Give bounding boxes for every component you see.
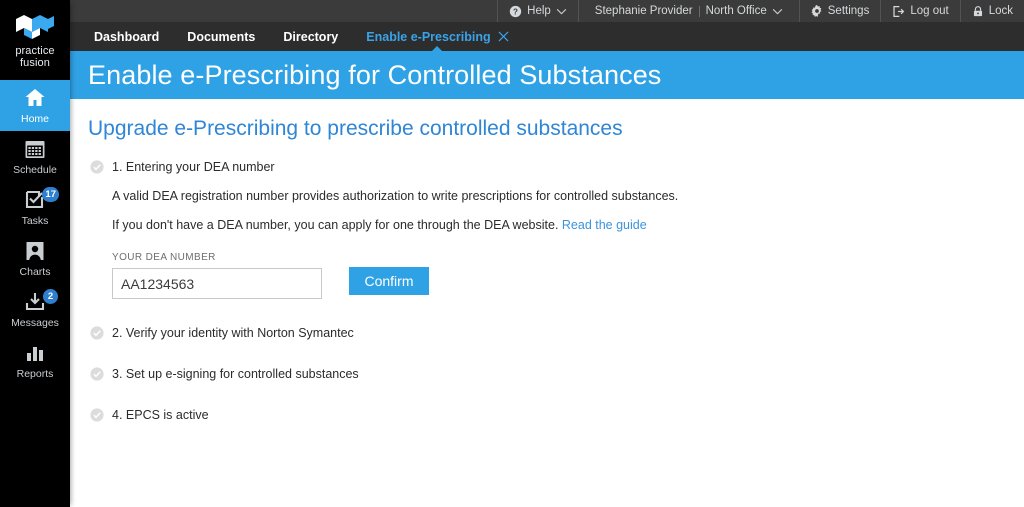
close-icon[interactable]	[498, 31, 509, 42]
step-2-title: 2. Verify your identity with Norton Syma…	[112, 326, 354, 340]
help-label: Help	[527, 5, 551, 17]
chevron-down-icon	[556, 8, 567, 15]
step-3-title: 3. Set up e-signing for controlled subst…	[112, 367, 359, 381]
user-name[interactable]: Stephanie Provider	[589, 5, 699, 17]
home-icon	[23, 86, 47, 110]
messages-badge: 2	[43, 289, 58, 304]
read-the-guide-link[interactable]: Read the guide	[562, 218, 647, 232]
step-1-body: A valid DEA registration number provides…	[88, 188, 1024, 299]
lock-button[interactable]: Lock	[959, 0, 1024, 22]
help-menu[interactable]: ? Help	[497, 0, 578, 22]
logout-label: Log out	[910, 5, 949, 17]
sidebar-item-tasks[interactable]: 17 Tasks	[0, 182, 70, 233]
sidebar-item-schedule-label: Schedule	[13, 164, 57, 176]
tasks-badge: 17	[42, 187, 59, 202]
dea-field-group: YOUR DEA NUMBER	[112, 252, 322, 299]
chevron-down-icon	[772, 8, 783, 15]
sidebar-item-messages[interactable]: 2 Messages	[0, 284, 70, 335]
step-1: 1. Entering your DEA number	[88, 159, 1024, 175]
logout-button[interactable]: Log out	[880, 0, 959, 22]
dea-field-label: YOUR DEA NUMBER	[112, 252, 216, 263]
step-1-paragraph-1: A valid DEA registration number provides…	[112, 189, 679, 203]
confirm-button[interactable]: Confirm	[349, 267, 429, 295]
user-office-group: Stephanie Provider North Office	[577, 0, 799, 22]
active-tab-caret	[431, 46, 444, 52]
sidebar-item-messages-label: Messages	[11, 317, 59, 329]
logout-icon	[892, 5, 905, 18]
step-1-paragraph-2: If you don't have a DEA number, you can …	[112, 217, 1024, 233]
practice-fusion-logo-icon	[14, 12, 56, 42]
question-circle-icon: ?	[509, 5, 522, 18]
section-heading: Upgrade e-Prescribing to prescribe contr…	[88, 117, 623, 140]
brand-name-line2: fusion	[20, 56, 50, 69]
sidebar: practice fusion Home Schedule 17 Tasks C…	[0, 0, 70, 507]
settings-label: Settings	[827, 5, 870, 17]
office-name: North Office	[705, 5, 767, 17]
application-window: practice fusion Home Schedule 17 Tasks C…	[0, 0, 1024, 507]
sidebar-item-home[interactable]: Home	[0, 80, 70, 131]
sidebar-item-charts-label: Charts	[19, 266, 51, 278]
sidebar-item-reports-label: Reports	[16, 368, 54, 380]
step-1-paragraph-2-text: If you don't have a DEA number, you can …	[112, 218, 562, 232]
check-circle-icon	[90, 160, 104, 174]
step-3[interactable]: 3. Set up e-signing for controlled subst…	[88, 366, 1024, 382]
top-utility-bar: ? Help Stephanie Provider North Office S…	[70, 0, 1024, 22]
tab-dashboard[interactable]: Dashboard	[80, 22, 173, 51]
sidebar-item-reports[interactable]: Reports	[0, 335, 70, 386]
svg-text:?: ?	[513, 7, 518, 16]
step-1-title: 1. Entering your DEA number	[112, 160, 275, 174]
office-selector[interactable]: North Office	[700, 5, 789, 17]
check-circle-icon	[90, 408, 104, 422]
tab-enable-e-prescribing[interactable]: Enable e-Prescribing	[352, 22, 522, 52]
gear-icon	[811, 5, 823, 17]
dea-number-input[interactable]	[112, 268, 322, 299]
sidebar-item-schedule[interactable]: Schedule	[0, 131, 70, 182]
step-4[interactable]: 4. EPCS is active	[88, 407, 1024, 423]
page-title: Enable e-Prescribing for Controlled Subs…	[88, 59, 662, 90]
main-content: Upgrade e-Prescribing to prescribe contr…	[70, 99, 1024, 507]
tab-directory[interactable]: Directory	[269, 22, 352, 51]
tab-documents[interactable]: Documents	[173, 22, 269, 51]
sidebar-item-charts[interactable]: Charts	[0, 233, 70, 284]
sidebar-item-home-label: Home	[20, 113, 49, 125]
lock-label: Lock	[988, 5, 1013, 17]
settings-button[interactable]: Settings	[798, 0, 881, 22]
step-2[interactable]: 2. Verify your identity with Norton Syma…	[88, 325, 1024, 341]
brand-name: practice fusion	[15, 45, 54, 69]
tab-dashboard-label: Dashboard	[94, 29, 160, 44]
sidebar-item-tasks-label: Tasks	[21, 215, 49, 227]
bar-chart-icon	[23, 341, 47, 365]
brand-logo[interactable]: practice fusion	[0, 0, 70, 80]
check-circle-icon	[90, 367, 104, 381]
dea-field-row: YOUR DEA NUMBER Confirm	[112, 252, 1024, 299]
person-icon	[23, 239, 47, 263]
page-banner: Enable e-Prescribing for Controlled Subs…	[70, 51, 1024, 99]
calendar-icon	[23, 137, 47, 161]
tab-bar: Dashboard Documents Directory Enable e-P…	[70, 22, 1024, 52]
tab-documents-label: Documents	[187, 29, 256, 44]
lock-icon	[972, 5, 984, 18]
step-4-title: 4. EPCS is active	[112, 408, 209, 422]
tab-directory-label: Directory	[283, 29, 339, 44]
tab-enable-e-prescribing-label: Enable e-Prescribing	[366, 29, 491, 44]
brand-name-line1: practice	[15, 44, 55, 57]
check-circle-icon	[90, 326, 104, 340]
